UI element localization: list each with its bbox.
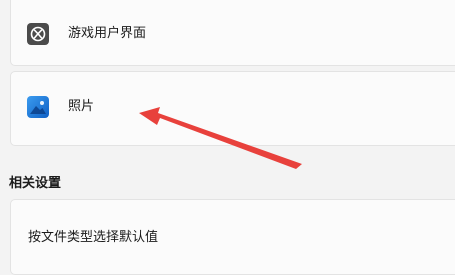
app-label-xbox: 游戏用户界面 (68, 26, 147, 41)
app-item-xbox[interactable]: 游戏用户界面 (10, 0, 455, 66)
xbox-icon (27, 23, 49, 45)
related-settings-header: 相关设置 (9, 176, 62, 191)
app-item-photos[interactable]: 照片 (10, 71, 455, 146)
choose-defaults-by-file-type-label: 按文件类型选择默认值 (28, 230, 159, 245)
choose-defaults-by-file-type-item[interactable]: 按文件类型选择默认值 (10, 199, 455, 275)
photos-icon (27, 96, 49, 118)
app-label-photos: 照片 (68, 99, 95, 114)
